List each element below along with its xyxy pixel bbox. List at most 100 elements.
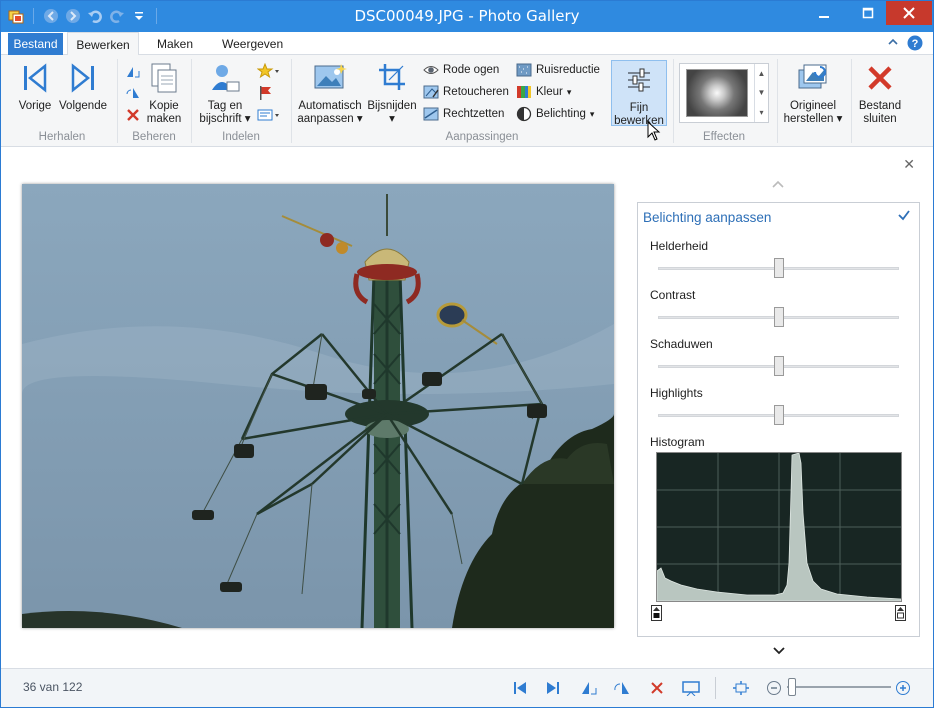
ribbon-divider: [673, 59, 674, 143]
fine-tune-content[interactable]: Fijn bewerken: [611, 61, 667, 128]
tab-view[interactable]: Weergeven: [214, 32, 291, 56]
brightness-slider-thumb[interactable]: [773, 258, 784, 278]
highlights-label: Highlights: [650, 386, 703, 400]
collapse-ribbon-icon[interactable]: [887, 36, 899, 51]
scroll-up-chevron-icon[interactable]: [771, 178, 785, 192]
retouch-icon: [423, 84, 439, 100]
ribbon-tab-bar: Bestand Bewerken Maken Weergeven ?: [1, 32, 933, 56]
rotate-right-icon[interactable]: [125, 85, 141, 104]
tab-file[interactable]: Bestand: [8, 33, 63, 55]
color-dropdown-arrow: ▾: [566, 86, 572, 97]
tab-edit[interactable]: Bewerken: [67, 32, 139, 56]
zoom-in-icon[interactable]: [894, 679, 912, 697]
color-button[interactable]: Kleur ▾: [516, 82, 571, 102]
star-rating-icon[interactable]: [256, 62, 281, 82]
photo-image: [22, 184, 614, 628]
scroll-down-chevron-icon[interactable]: [772, 645, 786, 659]
histogram-black-point-handle[interactable]: [651, 605, 662, 621]
straighten-button[interactable]: Rechtzetten: [423, 104, 504, 124]
ribbon-divider: [777, 59, 778, 143]
retouch-button[interactable]: Retoucheren: [423, 82, 509, 102]
effect-thumbnail[interactable]: [686, 69, 748, 117]
exposure-dropdown-arrow: ▾: [589, 108, 595, 119]
group-label-manage: Beheren: [132, 131, 176, 143]
auto-adjust-button[interactable]: Automatisch aanpassen ▾: [296, 59, 364, 126]
close-panel-icon[interactable]: ✕: [903, 156, 915, 173]
histogram-white-point-handle[interactable]: [895, 605, 906, 621]
make-copy-button[interactable]: Kopie maken: [145, 59, 183, 126]
zoom-slider-track[interactable]: [787, 686, 891, 688]
tag-label-2-wrap: bijschrift ▾: [199, 113, 251, 125]
group-label-repeat: Herhalen: [38, 131, 86, 143]
revert-label-2-wrap: herstellen ▾: [783, 113, 843, 125]
noise-reduction-button[interactable]: Ruisreductie: [516, 60, 600, 80]
close-file-button[interactable]: Bestand sluiten: [856, 59, 904, 126]
rotate-right-icon[interactable]: [613, 679, 631, 697]
next-button[interactable]: Volgende: [57, 59, 109, 113]
skip-next-icon: [69, 59, 97, 97]
close-button[interactable]: [886, 1, 932, 25]
crop-dropdown-arrow: ▾: [389, 113, 395, 125]
minimize-button[interactable]: [809, 1, 839, 25]
help-icon[interactable]: ?: [907, 35, 923, 54]
properties-icon[interactable]: [257, 107, 281, 126]
last-photo-icon[interactable]: [544, 679, 562, 697]
maximize-button[interactable]: [853, 1, 883, 25]
red-eye-label: Rode ogen: [443, 64, 500, 76]
contrast-slider-thumb[interactable]: [773, 307, 784, 327]
revert-label-2: herstellen: [783, 113, 834, 125]
status-divider: [715, 677, 716, 699]
zoom-out-icon[interactable]: [765, 679, 783, 697]
rotate-left-icon[interactable]: [125, 64, 141, 83]
skip-previous-icon: [21, 59, 49, 97]
auto-label-2: aanpassen: [297, 113, 354, 125]
first-photo-icon[interactable]: [511, 679, 529, 697]
highlights-slider-thumb[interactable]: [773, 405, 784, 425]
exposure-button[interactable]: Belichting ▾: [516, 104, 594, 124]
scroll-down-icon[interactable]: ▼: [758, 88, 766, 97]
delete-icon[interactable]: [125, 107, 141, 126]
people-tag-icon: [209, 59, 241, 97]
shadows-slider-thumb[interactable]: [773, 356, 784, 376]
status-bar: 36 van 122: [1, 668, 933, 707]
rotate-left-icon[interactable]: [580, 679, 598, 697]
zoom-slider-thumb[interactable]: [788, 678, 797, 696]
app-window: DSC00049.JPG - Photo Gallery Bestand Bew…: [0, 0, 934, 708]
delete-icon[interactable]: [648, 679, 666, 697]
crop-button[interactable]: Bijsnijden ▾: [365, 59, 419, 126]
effects-gallery-scroll[interactable]: ▲ ▼ ▾: [754, 64, 768, 122]
tag-label-1: Tag en: [207, 100, 243, 112]
photo-preview[interactable]: [22, 184, 614, 628]
effects-gallery[interactable]: ▲ ▼ ▾: [679, 63, 769, 123]
photo-position: 36 van 122: [23, 680, 83, 694]
minimize-icon: [819, 16, 829, 18]
brightness-label: Helderheid: [650, 239, 709, 253]
group-label-organize: Indelen: [222, 131, 260, 143]
sliders-icon: [624, 61, 654, 99]
tab-create[interactable]: Maken: [149, 32, 201, 56]
maximize-icon: [862, 7, 874, 19]
red-eye-button[interactable]: Rode ogen: [423, 60, 499, 80]
previous-button[interactable]: Vorige: [15, 59, 55, 113]
ribbon-divider: [291, 59, 292, 143]
auto-adjust-icon: [313, 59, 347, 97]
fit-to-window-icon[interactable]: [732, 679, 750, 697]
svg-text:?: ?: [912, 38, 919, 50]
exposure-label: Belichting: [536, 108, 586, 120]
revert-original-button[interactable]: Origineel herstellen ▾: [781, 59, 845, 126]
auto-label-2-wrap: aanpassen ▾: [297, 113, 363, 125]
eye-icon: [423, 62, 439, 78]
checkmark-icon[interactable]: [897, 208, 911, 225]
color-icon: [516, 84, 532, 100]
revert-icon: [796, 59, 830, 97]
color-label: Kleur: [536, 86, 563, 98]
tag-label-2: bijschrift: [199, 113, 242, 125]
scroll-up-icon[interactable]: ▲: [758, 69, 766, 78]
close-icon: [903, 7, 915, 19]
tag-caption-button[interactable]: Tag en bijschrift ▾: [196, 59, 254, 126]
ribbon-divider: [851, 59, 852, 143]
slideshow-icon[interactable]: [682, 679, 700, 697]
exposure-icon: [516, 106, 532, 122]
expand-gallery-icon[interactable]: ▾: [759, 108, 763, 117]
flag-icon[interactable]: [257, 85, 273, 104]
